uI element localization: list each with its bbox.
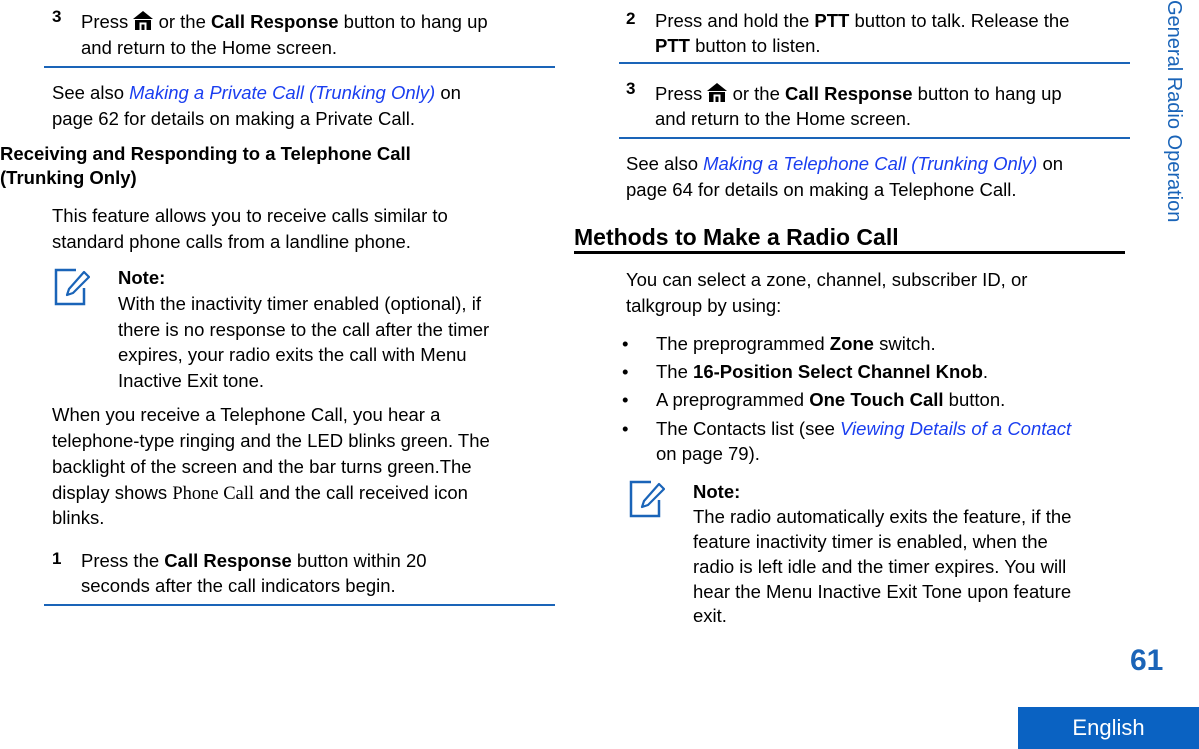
note-title: Note: xyxy=(118,267,166,288)
language-tab: English xyxy=(1018,707,1199,749)
note-line: hear the Menu Inactive Exit Tone upon fe… xyxy=(693,581,1072,602)
note-line: exit. xyxy=(693,605,727,626)
note-line: expires, your radio exits the call with … xyxy=(118,344,467,365)
section-heading-methods: Methods to Make a Radio Call xyxy=(574,224,899,250)
note-pencil-icon xyxy=(54,268,91,306)
note-line: there is no response to the call after t… xyxy=(118,319,490,340)
intro-text-line2: talkgroup by using: xyxy=(626,295,782,316)
link-making-private-call[interactable]: Making a Private Call (Trunking Only) xyxy=(129,82,435,103)
step-text: Press and hold the PTT button to talk. R… xyxy=(655,10,1070,31)
note-line: With the inactivity timer enabled (optio… xyxy=(118,293,481,314)
step-text: Press or the Call Response button to han… xyxy=(655,81,1062,108)
list-item: • The Contacts list (see Viewing Details … xyxy=(622,418,1072,464)
see-also-text: See also Making a Private Call (Trunking… xyxy=(52,82,461,103)
chapter-title: General Radio Operation xyxy=(1163,0,1185,223)
intro-text: You can select a zone, channel, subscrib… xyxy=(626,269,1028,290)
divider xyxy=(619,137,1130,139)
see-also-text-line2: page 62 for details on making a Private … xyxy=(52,108,416,129)
step-number: 3 xyxy=(52,7,62,26)
methods-list: • The preprogrammed Zone switch. • The 16-… xyxy=(622,330,1136,466)
step-text-line2: and return to the Home screen. xyxy=(81,37,338,58)
home-icon xyxy=(707,83,728,108)
note-line: radio is left idle and the timer expires… xyxy=(693,556,1067,577)
link-viewing-details-contact[interactable]: Viewing Details of a Contact xyxy=(840,418,1071,439)
step-text: Press or the Call Response button to han… xyxy=(81,9,488,36)
note-line: Inactive Exit tone. xyxy=(118,370,265,391)
paragraph-line: backlight of the screen and the bar turn… xyxy=(52,456,472,477)
step-number: 2 xyxy=(626,9,636,28)
divider xyxy=(44,66,555,68)
list-item: • The preprogrammed Zone switch. xyxy=(622,333,936,354)
note-pencil-icon xyxy=(629,480,666,518)
step-number: 3 xyxy=(626,79,636,98)
divider xyxy=(619,62,1130,64)
section-heading-telephone-call: Receiving and Responding to a Telephone … xyxy=(0,143,411,188)
note-line: feature inactivity timer is enabled, whe… xyxy=(693,531,1048,552)
intro-text-line2: standard phone calls from a landline pho… xyxy=(52,231,411,252)
note-title: Note: xyxy=(693,481,741,502)
step-text-line2: and return to the Home screen. xyxy=(655,108,912,129)
step-text: Press the Call Response button within 20 xyxy=(81,550,427,571)
paragraph-line: telephone-type ringing and the LED blink… xyxy=(52,430,490,451)
paragraph-line: display shows Phone Call and the call re… xyxy=(52,482,468,504)
step-number: 1 xyxy=(52,549,62,568)
divider xyxy=(44,604,555,606)
paragraph-line: blinks. xyxy=(52,507,105,528)
home-icon xyxy=(133,11,154,36)
see-also-text-line2: page 64 for details on making a Telephon… xyxy=(626,179,1017,200)
list-item: • The 16-Position Select Channel Knob. xyxy=(622,361,989,382)
list-item: • A preprogrammed One Touch Call button. xyxy=(622,389,1006,410)
see-also-text: See also Making a Telephone Call (Trunki… xyxy=(626,153,1064,174)
note-line: The radio automatically exits the featur… xyxy=(693,506,1072,527)
paragraph-line: When you receive a Telephone Call, you h… xyxy=(52,404,441,425)
intro-text: This feature allows you to receive calls… xyxy=(52,205,448,226)
step-text-line2: PTT button to listen. xyxy=(655,35,821,56)
link-making-telephone-call[interactable]: Making a Telephone Call (Trunking Only) xyxy=(703,153,1037,174)
heading-underline xyxy=(574,251,1125,254)
display-text-phone-call: Phone Call xyxy=(172,484,255,504)
step-text-line2: seconds after the call indicators begin. xyxy=(81,575,396,596)
page-number: 61 xyxy=(1130,644,1164,677)
